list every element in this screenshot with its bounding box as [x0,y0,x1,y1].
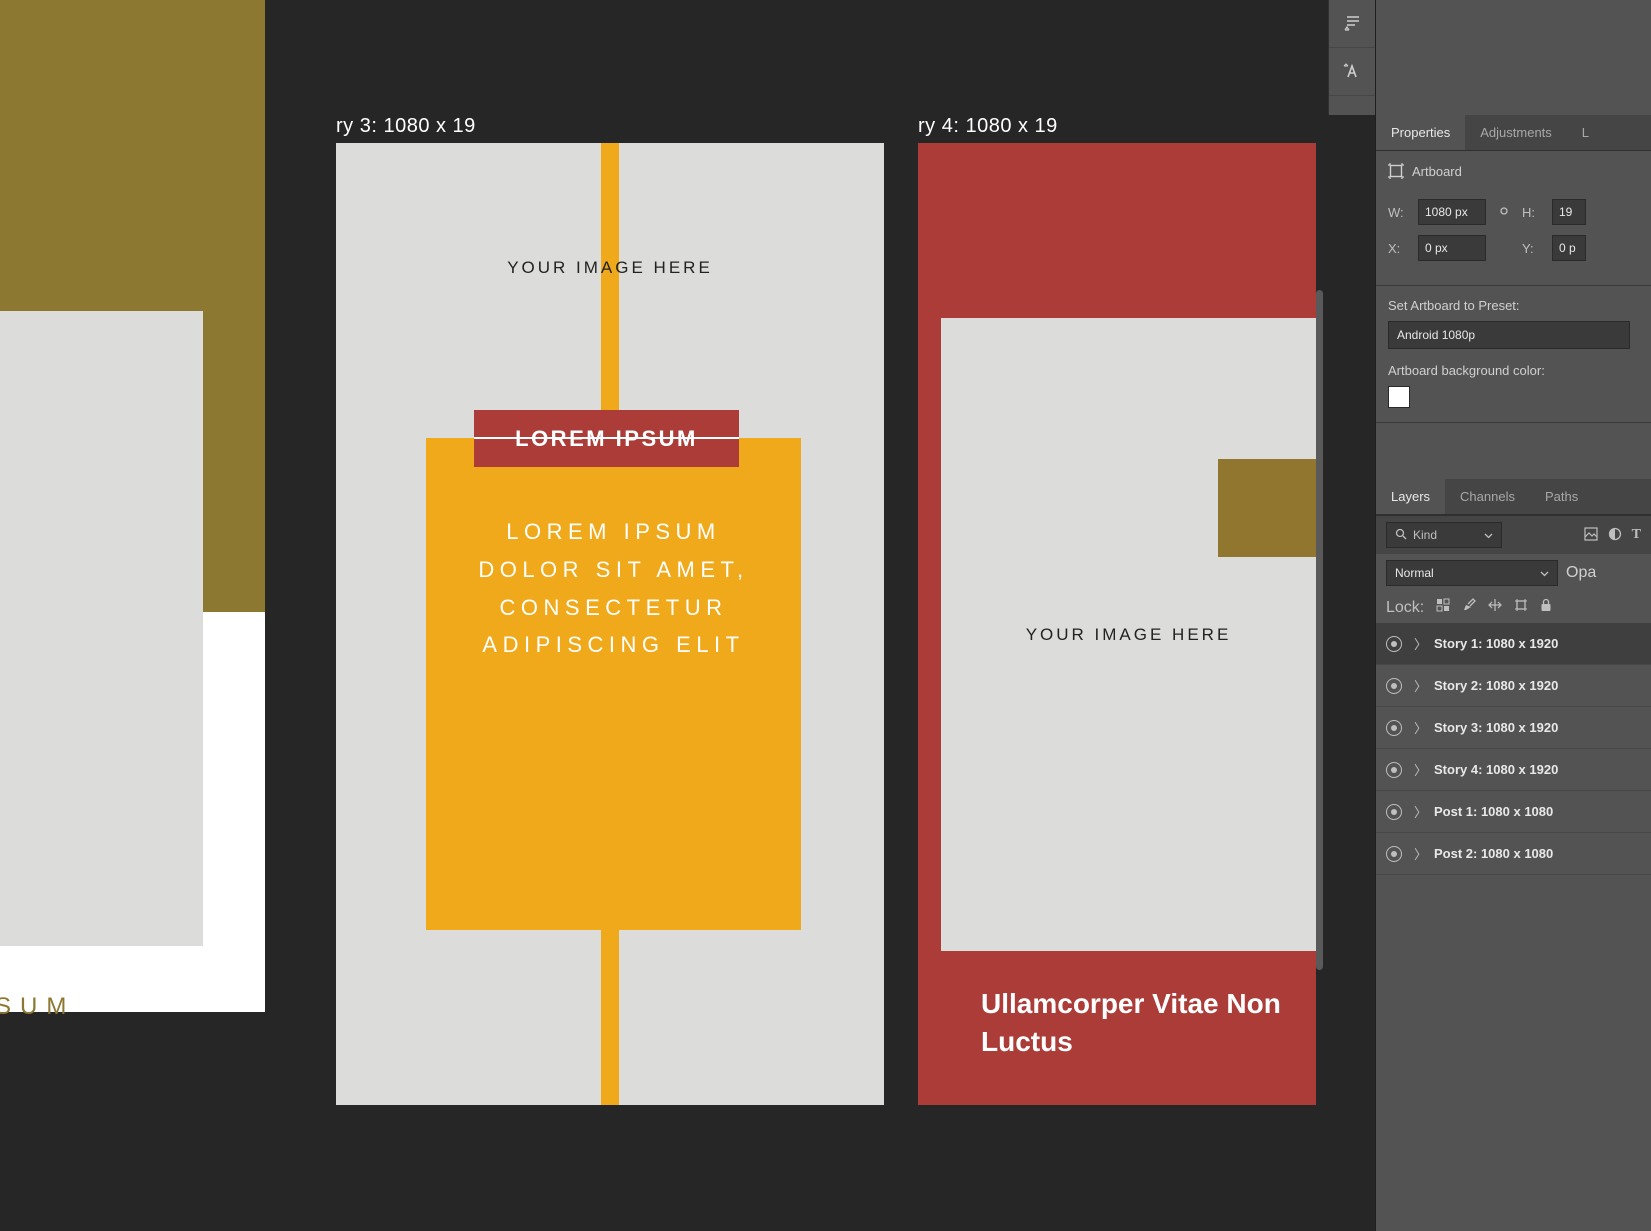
placeholder-label-3: YOUR IMAGE HERE [336,258,884,278]
tab-channels[interactable]: Channels [1445,479,1530,514]
x-input[interactable] [1418,235,1486,261]
visibility-toggle-icon[interactable] [1386,846,1402,862]
lock-transparency-icon[interactable] [1436,598,1450,617]
blend-mode-row: Normal Opa [1376,554,1651,592]
width-label: W: [1388,205,1410,220]
gold-accent-square [1218,459,1316,557]
x-label: X: [1388,241,1410,256]
layer-name: Post 2: 1080 x 1080 [1434,846,1553,861]
layer-name: Story 1: 1080 x 1920 [1434,636,1558,651]
tab-layers[interactable]: Layers [1376,479,1445,514]
height-label: H: [1522,205,1544,220]
preset-section: Set Artboard to Preset: Android 1080p Ar… [1376,286,1651,423]
filter-pixel-icon[interactable] [1584,527,1598,544]
bottom-text-fragment: SUM [0,993,75,1021]
expand-chevron-icon[interactable]: 〉 [1414,634,1422,653]
bg-color-label: Artboard background color: [1388,363,1643,378]
layer-item[interactable]: 〉 Story 4: 1080 x 1920 [1376,749,1651,791]
properties-tabs: Properties Adjustments L [1376,115,1651,151]
preset-dropdown[interactable]: Android 1080p [1388,321,1630,349]
width-input[interactable] [1418,199,1486,225]
bg-color-swatch[interactable] [1388,386,1410,408]
lock-position-icon[interactable] [1488,598,1502,617]
expand-chevron-icon[interactable]: 〉 [1414,676,1422,695]
banner-strike-line [474,437,739,439]
canvas-area[interactable]: nsecte IMAGE HERE SUM ry 3: 1080 x 19 YO… [0,0,1335,1231]
right-panels: Properties Adjustments L Artboard W: H: [1375,0,1651,1231]
artboard-icon [1388,163,1404,179]
layer-name: Post 1: 1080 x 1080 [1434,804,1553,819]
artboard-type-label: Artboard [1412,164,1462,179]
visibility-toggle-icon[interactable] [1386,720,1402,736]
artboard-3[interactable]: YOUR IMAGE HERE LOREM IPSUM DOLOR SIT AM… [336,143,884,1105]
y-label: Y: [1522,241,1544,256]
visibility-toggle-icon[interactable] [1386,762,1402,778]
blend-mode-value: Normal [1395,566,1434,580]
link-dimensions-icon[interactable] [1494,205,1514,220]
expand-chevron-icon[interactable]: 〉 [1414,844,1422,863]
lock-all-icon[interactable] [1540,598,1552,617]
visibility-toggle-icon[interactable] [1386,636,1402,652]
layer-kind-filter[interactable]: Kind [1386,522,1502,548]
artboard-4[interactable]: YOUR IMAGE HERE Ullamcorper Vitae Non Lu… [918,143,1316,1105]
expand-chevron-icon[interactable]: 〉 [1414,802,1422,821]
expand-chevron-icon[interactable]: 〉 [1414,718,1422,737]
chevron-down-icon [1540,561,1549,585]
placeholder-label-4: YOUR IMAGE HERE [941,625,1316,645]
collapsed-panel-strip [1328,0,1375,115]
properties-section: Artboard W: H: X: Y: [1376,151,1651,286]
kind-label: Kind [1413,528,1437,542]
image-placeholder-left [0,311,203,946]
visibility-toggle-icon[interactable] [1386,804,1402,820]
tab-properties[interactable]: Properties [1376,115,1465,150]
expand-chevron-icon[interactable]: 〉 [1414,760,1422,779]
layers-tabs: Layers Channels Paths [1376,479,1651,515]
layer-list: 〉 Story 1: 1080 x 1920 〉 Story 2: 1080 x 19… [1376,623,1651,875]
layer-name: Story 2: 1080 x 1920 [1434,678,1558,693]
height-input[interactable] [1552,199,1586,225]
tab-adjustments[interactable]: Adjustments [1465,115,1567,150]
gold-text-box: LOREM IPSUM DOLOR SIT AMET, CONSECTETUR … [426,438,801,930]
layer-name: Story 3: 1080 x 1920 [1434,720,1558,735]
layer-item[interactable]: 〉 Post 2: 1080 x 1080 [1376,833,1651,875]
lock-brush-icon[interactable] [1462,598,1476,617]
filter-type-icon[interactable]: T [1632,527,1641,544]
visibility-toggle-icon[interactable] [1386,678,1402,694]
layer-item[interactable]: 〉 Story 2: 1080 x 1920 [1376,665,1651,707]
layer-name: Story 4: 1080 x 1920 [1434,762,1558,777]
preset-label: Set Artboard to Preset: [1388,298,1643,313]
lock-row: Lock: [1376,592,1651,623]
layer-item[interactable]: 〉 Post 1: 1080 x 1080 [1376,791,1651,833]
paragraph-styles-icon[interactable] [1329,0,1376,48]
lock-label: Lock: [1386,599,1424,617]
filter-adjustment-icon[interactable] [1608,527,1622,544]
layer-item[interactable]: 〉 Story 3: 1080 x 1920 [1376,707,1651,749]
artboard-left-partial[interactable]: nsecte IMAGE HERE SUM [0,0,265,1012]
artboard-4-title: Ullamcorper Vitae Non Luctus [981,985,1316,1061]
opacity-label: Opa [1566,564,1596,582]
tab-paths[interactable]: Paths [1530,479,1593,514]
placeholder-label-left: IMAGE HERE [0,600,203,620]
layer-item[interactable]: 〉 Story 1: 1080 x 1920 [1376,623,1651,665]
artboard-3-label[interactable]: ry 3: 1080 x 19 [336,115,476,138]
character-panel-icon[interactable] [1329,48,1376,96]
layers-filter-row: Kind T [1376,515,1651,554]
search-icon [1395,528,1407,543]
y-input[interactable] [1552,235,1586,261]
lock-artboard-icon[interactable] [1514,598,1528,617]
artboard-4-label[interactable]: ry 4: 1080 x 19 [918,115,1058,138]
chevron-down-icon [1484,528,1493,542]
tab-libraries[interactable]: L [1567,115,1604,150]
canvas-scrollbar[interactable] [1316,290,1323,970]
blend-mode-dropdown[interactable]: Normal [1386,560,1558,586]
